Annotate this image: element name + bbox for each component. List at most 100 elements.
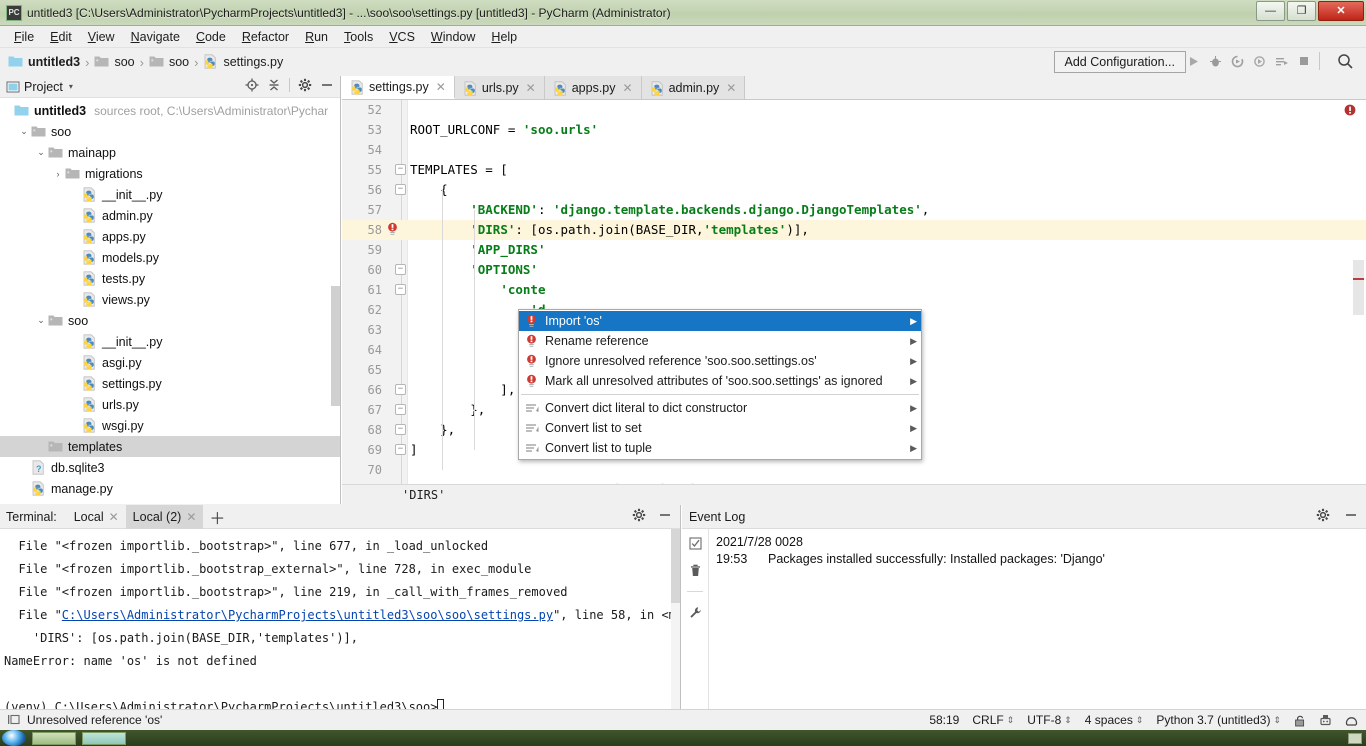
settings-gear-icon[interactable]	[632, 508, 646, 522]
submenu-arrow-icon[interactable]: ▶	[910, 316, 917, 327]
menu-item-vcs[interactable]: VCS	[381, 28, 423, 46]
search-everywhere-icon[interactable]	[1337, 53, 1354, 70]
chevron-right-icon[interactable]: ›	[51, 169, 65, 179]
menu-item-navigate[interactable]: Navigate	[123, 28, 188, 46]
terminal-tab-local[interactable]: Local ✕	[67, 505, 126, 529]
code-line-54[interactable]: 54	[342, 140, 1366, 160]
settings-gear-icon[interactable]	[298, 78, 312, 92]
close-icon[interactable]: ✕	[623, 81, 633, 95]
fold-toggle-icon[interactable]: −	[395, 424, 406, 435]
code-line-59[interactable]: 59 'APP_DIRS'	[342, 240, 1366, 260]
fold-toggle-icon[interactable]: −	[395, 184, 406, 195]
editor-tab-apps-py[interactable]: apps.py ✕	[544, 76, 642, 99]
breadcrumb-item-settings-py[interactable]: settings.py	[203, 54, 283, 70]
terminal-output[interactable]: File "<frozen importlib._bootstrap>", li…	[0, 529, 680, 717]
menu-item-run[interactable]: Run	[297, 28, 336, 46]
show-desktop-button[interactable]	[1348, 732, 1362, 744]
caret-position[interactable]: 58:19	[929, 713, 959, 727]
run-icon[interactable]	[1187, 55, 1200, 68]
submenu-arrow-icon[interactable]: ▶	[910, 403, 917, 414]
mark-read-icon[interactable]	[688, 537, 702, 550]
menu-item-refactor[interactable]: Refactor	[234, 28, 297, 46]
tree-item-tests-py[interactable]: tests.py	[0, 268, 340, 289]
error-bulb-icon[interactable]	[386, 222, 400, 238]
fold-toggle-icon[interactable]: −	[395, 404, 406, 415]
chevron-down-icon[interactable]: ⌄	[17, 126, 31, 137]
add-configuration-button[interactable]: Add Configuration...	[1053, 51, 1186, 73]
tree-item-urls-py[interactable]: urls.py	[0, 394, 340, 415]
taskbar-app-2[interactable]	[82, 731, 126, 745]
line-separator-selector[interactable]: CRLF ⇕	[972, 713, 1014, 727]
taskbar-app-1[interactable]	[32, 731, 76, 745]
memory-icon[interactable]	[1345, 714, 1358, 727]
code-line-60[interactable]: 60− 'OPTIONS'	[342, 260, 1366, 280]
menu-item-window[interactable]: Window	[423, 28, 483, 46]
intention-item-convert-list-to-set[interactable]: Convert list to set ▶	[519, 418, 921, 438]
inspector-icon[interactable]	[1319, 714, 1332, 727]
chevron-down-icon[interactable]: ⌄	[34, 315, 48, 326]
tree-item-untitled3[interactable]: untitled3 sources root, C:\Users\Administ…	[0, 100, 340, 121]
intention-item-convert-dict-literal-to-dict-constructor[interactable]: Convert dict literal to dict constructor…	[519, 398, 921, 418]
settings-gear-icon[interactable]	[1316, 508, 1330, 522]
hide-panel-icon[interactable]	[1344, 508, 1358, 522]
locate-icon[interactable]	[245, 78, 259, 92]
chevron-down-icon[interactable]: ⌄	[34, 147, 48, 158]
project-tree[interactable]: untitled3 sources root, C:\Users\Administ…	[0, 98, 340, 502]
submenu-arrow-icon[interactable]: ▶	[910, 356, 917, 367]
trash-icon[interactable]	[689, 564, 702, 577]
menu-item-file[interactable]: File	[6, 28, 42, 46]
terminal-scrollbar[interactable]	[671, 529, 680, 717]
submenu-arrow-icon[interactable]: ▶	[910, 443, 917, 454]
editor-tab-urls-py[interactable]: urls.py ✕	[454, 76, 545, 99]
run-with-console-icon[interactable]	[1275, 55, 1289, 68]
project-tree-scrollbar[interactable]	[331, 286, 340, 406]
tree-item-migrations[interactable]: › migrations	[0, 163, 340, 184]
close-icon[interactable]: ✕	[526, 81, 536, 95]
fold-toggle-icon[interactable]: −	[395, 384, 406, 395]
fold-toggle-icon[interactable]: −	[395, 444, 406, 455]
fold-toggle-icon[interactable]: −	[395, 264, 406, 275]
tree-item-wsgi-py[interactable]: wsgi.py	[0, 415, 340, 436]
editor-tab-settings-py[interactable]: settings.py ✕	[342, 76, 455, 99]
tree-item-settings-py[interactable]: settings.py	[0, 373, 340, 394]
encoding-selector[interactable]: UTF-8 ⇕	[1027, 713, 1072, 727]
terminal-tab-local--2-[interactable]: Local (2) ✕	[125, 504, 204, 529]
menu-item-help[interactable]: Help	[483, 28, 525, 46]
tree-item---init---py[interactable]: __init__.py	[0, 184, 340, 205]
tree-item-apps-py[interactable]: apps.py	[0, 226, 340, 247]
fold-toggle-icon[interactable]: −	[395, 164, 406, 175]
profile-icon[interactable]	[1253, 55, 1266, 68]
tree-item-soo[interactable]: ⌄ soo	[0, 310, 340, 331]
breadcrumb-item-soo[interactable]: soo	[149, 54, 189, 70]
code-line-61[interactable]: 61 − 'conte	[342, 280, 1366, 300]
breadcrumb-item-untitled3[interactable]: untitled3	[8, 54, 80, 70]
tree-item-templates[interactable]: templates	[0, 436, 340, 457]
code-line-57[interactable]: 57 'BACKEND': 'django.template.backends.…	[342, 200, 1366, 220]
menu-item-tools[interactable]: Tools	[336, 28, 381, 46]
tree-item-views-py[interactable]: views.py	[0, 289, 340, 310]
add-terminal-button[interactable]: ＋	[209, 505, 225, 529]
terminal-file-link[interactable]: C:\Users\Administrator\PycharmProjects\u…	[62, 608, 553, 622]
menu-item-edit[interactable]: Edit	[42, 28, 80, 46]
intention-item-mark-all-unresolved-attributes-of--soo-s[interactable]: Mark all unresolved attributes of 'soo.s…	[519, 371, 921, 391]
code-line-53[interactable]: 53 ROOT_URLCONF = 'soo.urls'	[342, 120, 1366, 140]
close-icon[interactable]: ✕	[109, 510, 119, 524]
editor-scrollbar[interactable]	[1353, 260, 1364, 315]
event-log-entry[interactable]: 19:53 Packages installed successfully: In…	[716, 552, 1366, 566]
close-icon[interactable]: ✕	[726, 81, 736, 95]
code-line-55[interactable]: 55 − TEMPLATES = [	[342, 160, 1366, 180]
wrench-icon[interactable]	[689, 606, 702, 619]
tree-item-admin-py[interactable]: admin.py	[0, 205, 340, 226]
intention-item-rename-reference[interactable]: Rename reference ▶	[519, 331, 921, 351]
tree-item-mainapp[interactable]: ⌄ mainapp	[0, 142, 340, 163]
submenu-arrow-icon[interactable]: ▶	[910, 423, 917, 434]
tree-item-db-sqlite3[interactable]: ? db.sqlite3	[0, 457, 340, 478]
tree-item-manage-py[interactable]: manage.py	[0, 478, 340, 499]
tree-item-soo[interactable]: ⌄ soo	[0, 121, 340, 142]
start-orb-icon[interactable]	[2, 730, 26, 746]
menu-item-code[interactable]: Code	[188, 28, 234, 46]
breadcrumb-item-soo[interactable]: soo	[94, 54, 135, 70]
interpreter-selector[interactable]: Python 3.7 (untitled3) ⇕	[1156, 713, 1281, 727]
close-icon[interactable]: ✕	[436, 80, 446, 94]
submenu-arrow-icon[interactable]: ▶	[910, 376, 917, 387]
